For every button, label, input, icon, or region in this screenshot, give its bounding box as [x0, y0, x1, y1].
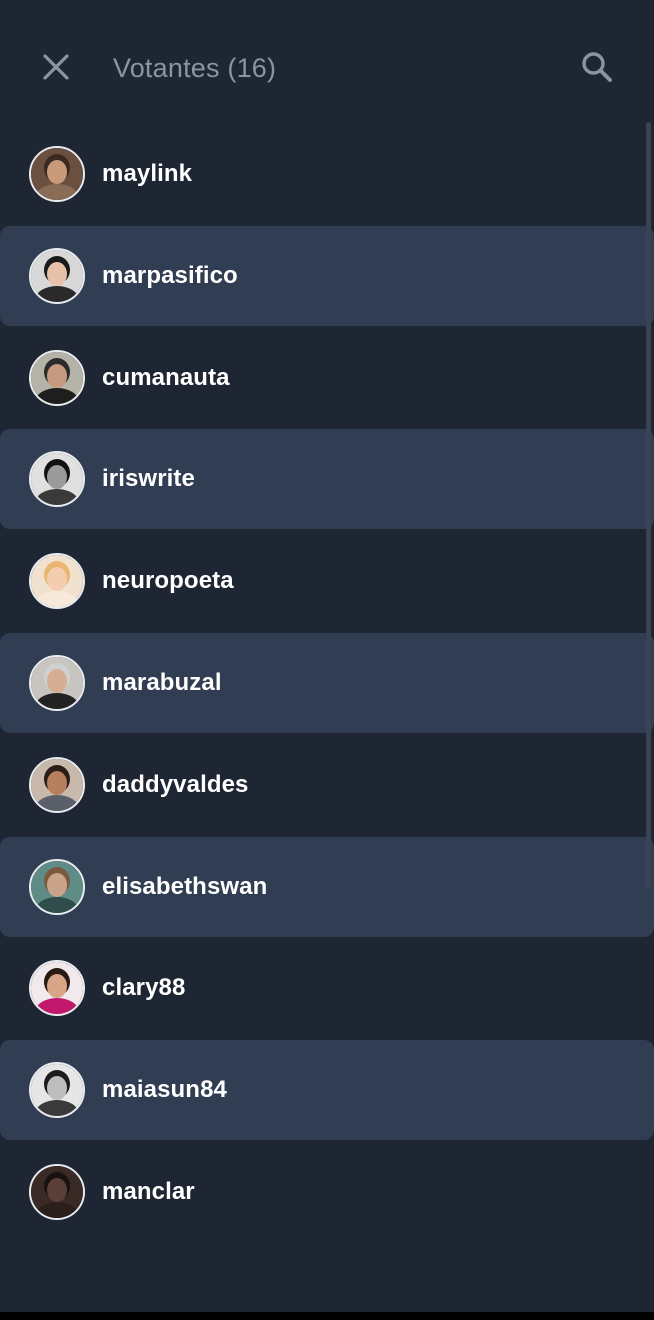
search-button[interactable] — [576, 46, 618, 88]
voter-row[interactable]: elisabethswan — [0, 836, 654, 937]
avatar-image — [31, 860, 83, 913]
avatar-image — [31, 1064, 83, 1117]
username[interactable]: maiasun84 — [102, 1076, 227, 1104]
avatar-image — [31, 351, 83, 404]
avatar[interactable] — [29, 146, 85, 202]
voter-row[interactable]: iriswrite — [0, 429, 654, 530]
page-title: Votantes (16) — [113, 53, 277, 83]
username[interactable]: marabuzal — [102, 669, 222, 697]
avatar-image — [31, 962, 83, 1015]
voter-row[interactable]: maylink — [0, 124, 654, 224]
voter-list: maylink marpasifico cumanauta iriswrite neur… — [0, 124, 654, 1244]
avatar-image — [31, 1165, 83, 1218]
avatar-image — [31, 453, 83, 506]
avatar-image — [31, 555, 83, 608]
scrollbar[interactable] — [646, 122, 651, 890]
username[interactable]: cumanauta — [102, 364, 230, 392]
username[interactable]: clary88 — [102, 974, 185, 1002]
avatar[interactable] — [29, 858, 85, 915]
avatar-image — [31, 656, 83, 709]
voter-row[interactable]: cumanauta — [0, 328, 654, 428]
avatar[interactable] — [29, 451, 85, 508]
avatar[interactable] — [29, 654, 85, 711]
voter-row[interactable]: maiasun84 — [0, 1040, 654, 1141]
top-bar: Votantes (16) — [0, 0, 654, 124]
voter-row[interactable]: clary88 — [0, 938, 654, 1038]
voter-row[interactable]: marabuzal — [0, 632, 654, 733]
avatar[interactable] — [29, 1062, 85, 1119]
avatar-image — [31, 758, 83, 811]
avatar[interactable] — [29, 756, 85, 813]
username[interactable]: manclar — [102, 1178, 195, 1206]
voter-row[interactable]: marpasifico — [0, 225, 654, 326]
avatar[interactable] — [29, 1163, 85, 1220]
username[interactable]: elisabethswan — [102, 873, 267, 901]
avatar[interactable] — [29, 960, 85, 1017]
close-button[interactable] — [36, 47, 76, 87]
avatar[interactable] — [29, 247, 85, 304]
close-icon — [43, 54, 69, 80]
avatar-image — [31, 148, 83, 200]
voter-row[interactable]: manclar — [0, 1142, 654, 1242]
avatar[interactable] — [29, 349, 85, 406]
voter-row[interactable]: daddyvaldes — [0, 735, 654, 835]
username[interactable]: daddyvaldes — [102, 771, 249, 799]
username[interactable]: maylink — [102, 160, 192, 188]
avatar[interactable] — [29, 553, 85, 610]
voter-row[interactable]: neuropoeta — [0, 531, 654, 631]
avatar-image — [31, 249, 83, 302]
username[interactable]: neuropoeta — [102, 567, 234, 595]
search-icon — [582, 52, 612, 82]
bottom-edge — [0, 1312, 654, 1320]
username[interactable]: iriswrite — [102, 465, 195, 493]
username[interactable]: marpasifico — [102, 262, 238, 290]
